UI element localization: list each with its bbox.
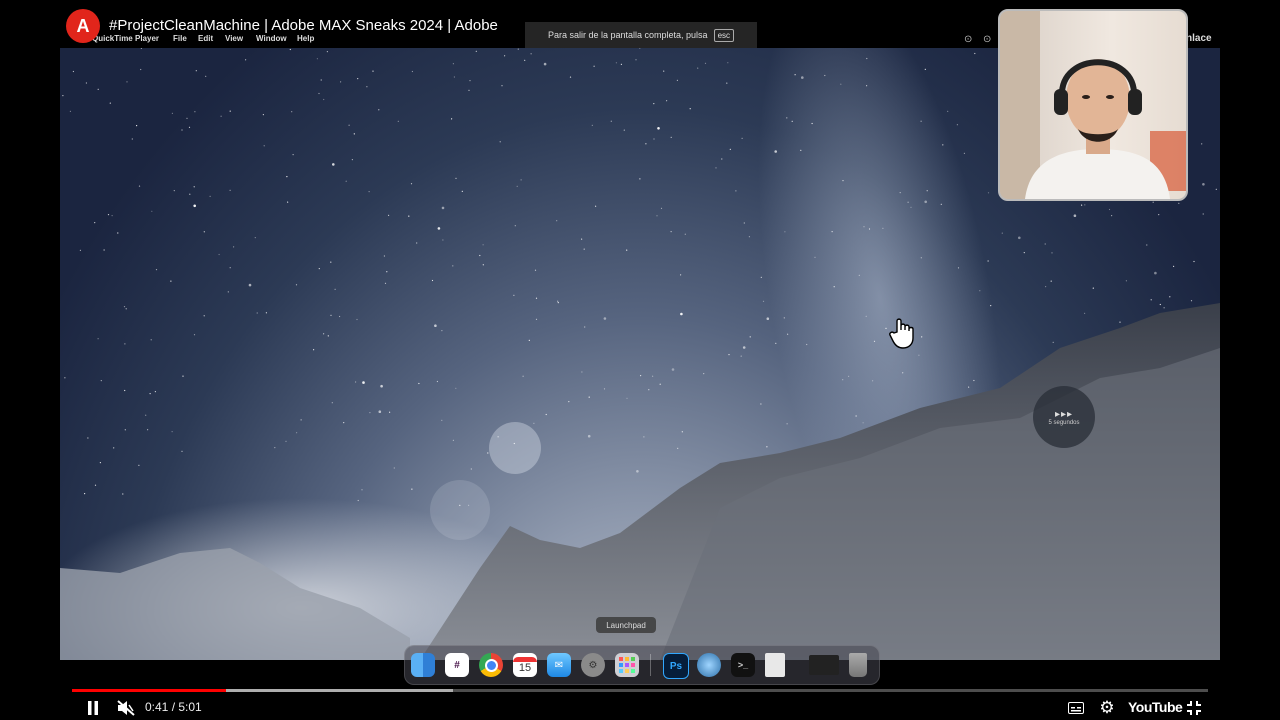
mute-icon[interactable] [116, 699, 136, 717]
presenter-webcam-image [1000, 11, 1186, 199]
calendar-day: 15 [518, 661, 532, 674]
document-icon[interactable] [765, 653, 785, 677]
top-right-partial-text: nlace [1186, 33, 1212, 44]
skip-seconds-label: 5 segundos [1048, 419, 1080, 426]
trash-icon[interactable] [849, 653, 867, 677]
terminal-icon[interactable]: >_ [731, 653, 755, 677]
subtitles-icon[interactable] [1067, 701, 1085, 715]
calendar-icon[interactable]: 15 [513, 653, 537, 677]
finder-icon[interactable] [411, 653, 435, 677]
photoshop-icon[interactable]: Ps [663, 653, 689, 679]
webcam-overlay [998, 9, 1188, 201]
time-display: 0:41 / 5:01 [145, 700, 202, 714]
youtube-logo[interactable]: YouTube [1128, 699, 1183, 715]
fullscreen-exit-banner: Para salir de la pantalla completa, puls… [525, 22, 757, 48]
exit-fullscreen-icon[interactable] [1185, 700, 1203, 716]
menubar-status-icon: ⊙ [983, 34, 992, 45]
system-settings-icon[interactable]: ⚙ [581, 653, 605, 677]
dock-divider [650, 654, 651, 676]
dock-tooltip: Launchpad [596, 617, 656, 633]
fast-forward-icon: ▸▸▸ [1054, 408, 1074, 420]
menubar-status-icon: ⊙ [964, 34, 973, 45]
video-title[interactable]: #ProjectCleanMachine | Adobe MAX Sneaks … [109, 17, 498, 34]
skip-forward-overlay[interactable]: ▸▸▸ 5 segundos [1033, 386, 1095, 448]
window-thumbnail-icon[interactable] [809, 655, 839, 675]
preview-icon[interactable] [697, 653, 721, 677]
mac-dock: # 15 ✉ ⚙ Ps >_ [404, 645, 880, 685]
launchpad-icon[interactable] [615, 653, 639, 677]
mail-icon[interactable]: ✉ [547, 653, 571, 677]
chrome-icon[interactable] [479, 653, 503, 677]
settings-icon[interactable]: ⚙ [1097, 698, 1117, 718]
esc-key-badge: esc [713, 28, 735, 42]
channel-logo-icon[interactable]: A [66, 9, 100, 43]
pause-icon[interactable] [84, 700, 102, 716]
slack-icon[interactable]: # [445, 653, 469, 677]
hand-cursor-icon [889, 318, 914, 349]
fullscreen-banner-text: Para salir de la pantalla completa, puls… [547, 30, 708, 40]
